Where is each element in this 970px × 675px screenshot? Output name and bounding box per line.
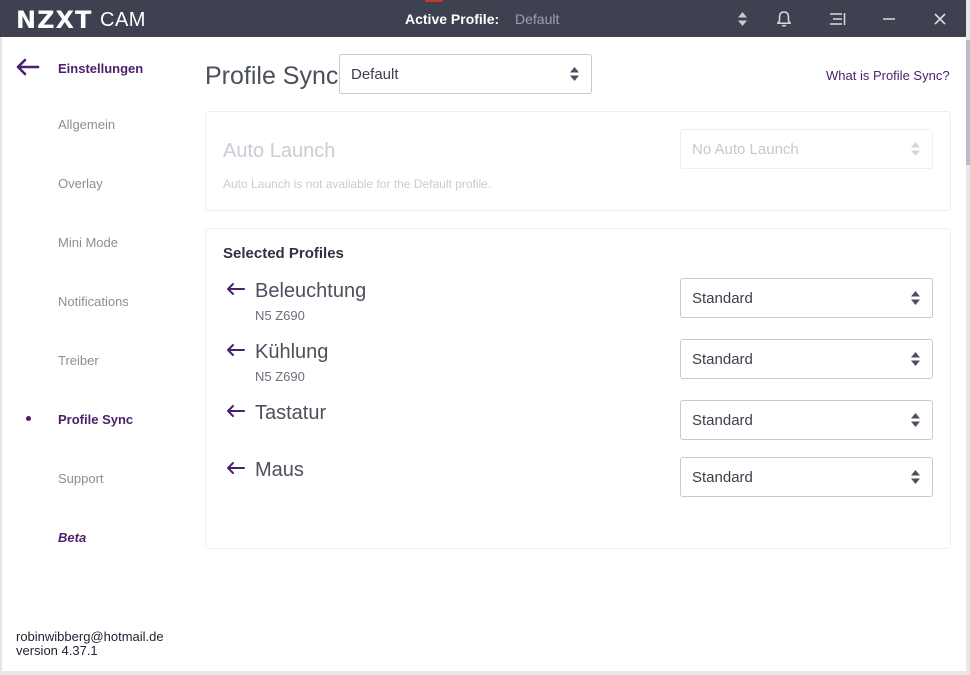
profile-row-name: Maus bbox=[255, 459, 304, 481]
tastatur-profile-select[interactable]: Standard bbox=[680, 400, 933, 440]
active-profile-value[interactable]: Default bbox=[515, 11, 559, 27]
sync-arrow-icon bbox=[227, 462, 245, 474]
auto-launch-title: Auto Launch bbox=[223, 140, 336, 162]
sidebar-item-overlay[interactable]: Overlay bbox=[58, 176, 103, 191]
close-icon[interactable] bbox=[930, 0, 950, 37]
auto-launch-select: No Auto Launch bbox=[680, 129, 933, 169]
title-bar-accent bbox=[425, 0, 443, 2]
sidebar-item-allgemein[interactable]: Allgemein bbox=[58, 117, 115, 132]
selected-profiles-card bbox=[205, 228, 951, 549]
profile-select[interactable]: Default bbox=[339, 54, 592, 94]
brand-logo: NZXT bbox=[16, 6, 93, 34]
profile-select-value: Default bbox=[351, 65, 399, 83]
sync-arrow-icon bbox=[227, 405, 245, 417]
minimize-icon[interactable] bbox=[879, 0, 899, 37]
profile-row-name: Tastatur bbox=[255, 402, 327, 424]
auto-launch-select-value: No Auto Launch bbox=[692, 140, 799, 158]
profile-select-value: Standard bbox=[692, 350, 753, 368]
active-indicator-dot bbox=[26, 416, 31, 421]
beleuchtung-profile-select[interactable]: Standard bbox=[680, 278, 933, 318]
menu-list-icon[interactable] bbox=[826, 0, 848, 37]
sidebar-item-support[interactable]: Support bbox=[58, 471, 104, 486]
user-email: robinwibberg@hotmail.de bbox=[16, 629, 164, 644]
title-bar: NZXT CAM Active Profile: Default bbox=[0, 0, 966, 37]
select-arrows-icon bbox=[911, 142, 920, 156]
select-arrows-icon bbox=[911, 413, 920, 427]
sidebar-item-notifications[interactable]: Notifications bbox=[58, 294, 129, 309]
select-arrows-icon bbox=[570, 67, 579, 81]
sidebar-item-mini-mode[interactable]: Mini Mode bbox=[58, 235, 118, 250]
sync-arrow-icon bbox=[227, 344, 245, 356]
what-is-profile-sync-link[interactable]: What is Profile Sync? bbox=[826, 68, 950, 83]
app-version: version 4.37.1 bbox=[16, 643, 98, 658]
sync-arrow-icon bbox=[227, 283, 245, 295]
select-arrows-icon bbox=[911, 291, 920, 305]
profile-select-value: Standard bbox=[692, 468, 753, 486]
window-edge-shadow bbox=[966, 40, 970, 165]
page-title: Profile Sync bbox=[205, 62, 339, 90]
sidebar-header-settings[interactable]: Einstellungen bbox=[58, 61, 143, 76]
selected-profiles-title: Selected Profiles bbox=[223, 245, 344, 262]
sidebar-item-beta[interactable]: Beta bbox=[58, 530, 86, 545]
profile-row-name: Beleuchtung bbox=[255, 280, 367, 302]
profile-select-value: Standard bbox=[692, 411, 753, 429]
profile-row-name: Kühlung bbox=[255, 341, 329, 363]
auto-launch-description: Auto Launch is not available for the Def… bbox=[223, 177, 492, 191]
kuehlung-profile-select[interactable]: Standard bbox=[680, 339, 933, 379]
window-left-edge bbox=[0, 37, 2, 671]
profile-row-device: N5 Z690 bbox=[255, 308, 305, 323]
sidebar-item-profile-sync[interactable]: Profile Sync bbox=[58, 412, 133, 427]
back-arrow-icon[interactable] bbox=[16, 58, 40, 76]
select-arrows-icon bbox=[911, 352, 920, 366]
active-profile-switch-icon[interactable] bbox=[733, 0, 751, 37]
notifications-bell-icon[interactable] bbox=[772, 0, 796, 37]
sidebar-item-treiber[interactable]: Treiber bbox=[58, 353, 99, 368]
profile-select-value: Standard bbox=[692, 289, 753, 307]
profile-row-device: N5 Z690 bbox=[255, 369, 305, 384]
window-bottom-edge bbox=[0, 671, 970, 675]
maus-profile-select[interactable]: Standard bbox=[680, 457, 933, 497]
select-arrows-icon bbox=[911, 470, 920, 484]
product-name: CAM bbox=[100, 9, 146, 31]
active-profile-label: Active Profile: bbox=[405, 11, 500, 27]
